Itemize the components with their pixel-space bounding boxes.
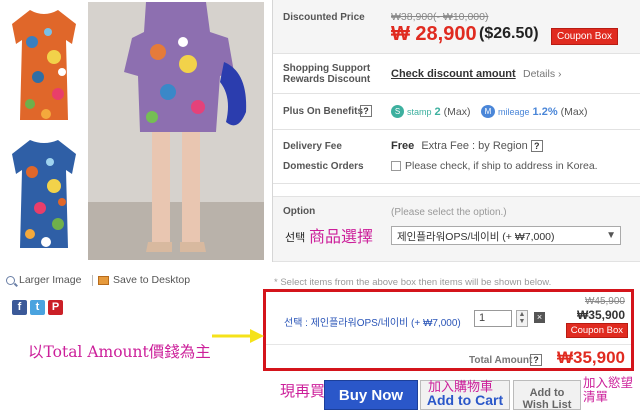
- save-to-desktop-link[interactable]: Save to Desktop: [98, 274, 190, 286]
- larger-image-label: Larger Image: [19, 274, 82, 286]
- option-block: Option (Please select the option.) 선택 商品…: [273, 196, 640, 262]
- check-discount-link[interactable]: Check discount amount: [391, 68, 516, 80]
- usd-price: ($26.50): [479, 25, 539, 42]
- details-link[interactable]: Details ›: [523, 68, 562, 80]
- total-amount-value: ₩35,900: [556, 348, 625, 367]
- option-select[interactable]: 제인플라워OPS/네이비 (+ ₩7,000) ▼: [391, 226, 621, 245]
- stamp-value: 2: [434, 105, 441, 118]
- wish-label-2: Wish List: [522, 399, 572, 411]
- price-row: Discounted Price ₩38,900(- ₩10,000) ₩ 28…: [273, 0, 640, 54]
- wish-note-2: 清單: [583, 389, 609, 404]
- benefits-label: Plus On Benefits: [283, 106, 364, 117]
- stamp-icon: S: [391, 105, 404, 118]
- current-price: ₩ 28,900: [391, 23, 477, 45]
- wish-note-1: 加入慾望: [583, 375, 634, 390]
- item-original-price: ₩45,900: [584, 296, 625, 307]
- original-price: ₩38,900(- ₩10,000): [391, 11, 489, 23]
- domestic-note: Please check, if ship to address in Kore…: [405, 160, 598, 172]
- thumbnail-front[interactable]: [2, 2, 86, 128]
- thumbnail-back[interactable]: [2, 130, 86, 256]
- arrow-annotation-icon: [212, 329, 264, 343]
- buy-now-button[interactable]: Buy Now: [324, 380, 418, 410]
- facebook-icon[interactable]: f: [12, 300, 27, 315]
- cart-note: 加入購物車: [428, 380, 494, 395]
- total-amount-note: 以Total Amount價錢為主: [28, 343, 211, 361]
- social-share: f t P: [12, 300, 63, 315]
- option-hint: (Please select the option.): [391, 207, 507, 218]
- save-to-desktop-label: Save to Desktop: [113, 274, 191, 286]
- desktop-icon: [98, 275, 109, 285]
- buy-note: 現再買: [280, 382, 326, 400]
- selected-item-name: 선택 : 제인플라워OPS/네이비 (+ ₩7,000): [284, 318, 461, 329]
- benefits-help-icon[interactable]: ?: [360, 105, 372, 117]
- delivery-block: Delivery Fee Free Extra Fee : by Region …: [273, 130, 640, 184]
- stamp-info: S stamp 2 (Max): [391, 105, 470, 118]
- pinterest-icon[interactable]: P: [48, 300, 63, 315]
- larger-image-link[interactable]: Larger Image: [6, 274, 81, 286]
- support-label-2: Rewards Discount: [283, 74, 371, 85]
- quantity-input[interactable]: 1: [474, 310, 512, 327]
- total-amount-label: Total Amount: [469, 355, 533, 366]
- mileage-info: M mileage 1.2% (Max): [481, 105, 587, 118]
- delivery-value: Free Extra Fee : by Region ?: [391, 140, 543, 153]
- delivery-extra: Extra Fee : by Region: [421, 140, 528, 152]
- select-info-text: * Select items from the above box then i…: [274, 277, 552, 288]
- delivery-label: Delivery Fee: [283, 141, 342, 152]
- option-annotation: 商品選擇: [309, 227, 374, 246]
- wish-note: 加入慾望 清單: [583, 376, 633, 404]
- domestic-checkbox[interactable]: [391, 161, 401, 172]
- mileage-icon: M: [481, 105, 495, 118]
- item-price: ₩35,900: [576, 308, 625, 322]
- product-info-panel: Discounted Price ₩38,900(- ₩10,000) ₩ 28…: [272, 0, 640, 262]
- twitter-icon[interactable]: t: [30, 300, 45, 315]
- stamp-max: (Max): [443, 105, 471, 118]
- delivery-help-icon[interactable]: ?: [530, 140, 543, 153]
- support-row: Shopping Support Rewards Discount Check …: [273, 54, 640, 94]
- support-label-1: Shopping Support: [283, 63, 371, 74]
- item-divider: [266, 344, 631, 345]
- stamp-text: stamp: [407, 106, 432, 117]
- wish-label-1: Add to: [529, 387, 565, 399]
- mileage-text: mileage: [498, 106, 530, 117]
- chevron-down-icon: ▼: [606, 230, 616, 241]
- main-product-photo[interactable]: [88, 2, 264, 260]
- wish-list-button[interactable]: Add to Wish List: [513, 380, 581, 411]
- coupon-box-button[interactable]: Coupon Box: [551, 28, 619, 45]
- domestic-option[interactable]: Please check, if ship to address in Kore…: [391, 160, 598, 172]
- domestic-label: Domestic Orders: [283, 161, 364, 172]
- option-select-label: 선택: [285, 232, 306, 244]
- option-label: Option: [283, 206, 316, 217]
- remove-item-button[interactable]: ×: [534, 312, 545, 323]
- item-coupon-button[interactable]: Coupon Box: [565, 323, 628, 338]
- delivery-free: Free: [391, 140, 415, 152]
- mileage-value: 1.2%: [532, 105, 558, 118]
- quantity-stepper[interactable]: ▲ ▼: [516, 310, 528, 327]
- price-label: Discounted Price: [283, 12, 365, 23]
- benefits-row: Plus On Benefits ? S stamp 2 (Max) M mil…: [273, 94, 640, 130]
- option-selected-value: 제인플라워OPS/네이비 (+ ₩7,000): [397, 231, 555, 243]
- total-help-icon[interactable]: ?: [530, 354, 542, 366]
- mileage-max: (Max): [560, 105, 588, 118]
- selected-item-box: 선택 : 제인플라워OPS/네이비 (+ ₩7,000) 1 ▲ ▼ × ₩45,…: [263, 289, 634, 371]
- link-divider: [92, 275, 93, 286]
- magnifier-icon: [6, 275, 15, 285]
